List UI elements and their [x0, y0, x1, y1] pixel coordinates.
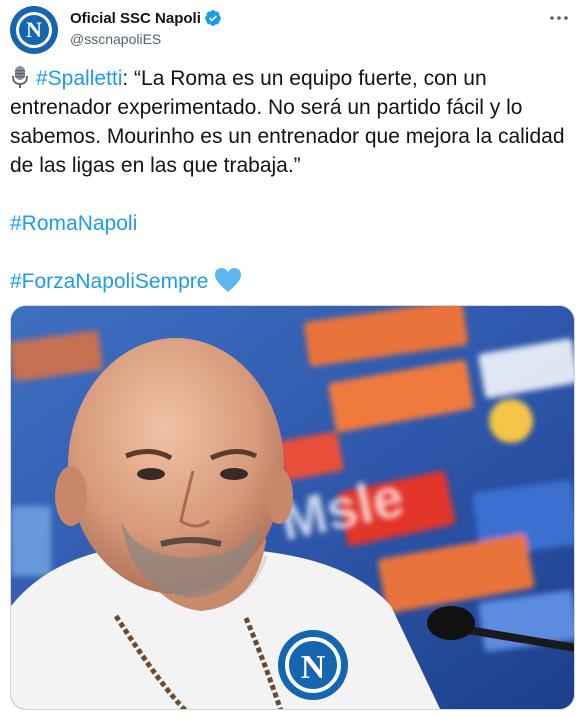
coach-head [68, 338, 284, 594]
blue-heart-icon [215, 268, 242, 292]
napoli-badge-icon: N [278, 630, 348, 700]
hashtag-forza-napoli-sempre[interactable]: #ForzaNapoliSempre [10, 270, 208, 293]
account-handle[interactable]: @sscnapoliES [70, 31, 222, 47]
avatar-letter: N [26, 17, 42, 42]
tweet-text: #Spalletti: “La Roma es un equipo fuerte… [10, 64, 573, 296]
napoli-logo-icon: N [16, 12, 52, 48]
verified-badge-icon [204, 10, 221, 26]
account-names: Oficial SSC Napoli @sscnapoliES [70, 8, 222, 47]
microphone-icon [12, 66, 28, 88]
tweet-quote-paragraph: #Spalletti: “La Roma es un equipo fuerte… [10, 64, 573, 180]
account-avatar[interactable]: N [10, 6, 58, 54]
hashtag-spalletti[interactable]: #Spalletti [36, 67, 122, 90]
svg-text:N: N [301, 649, 326, 686]
hashtag-roma-napoli[interactable]: #RomaNapoli [10, 212, 137, 235]
account-display-name[interactable]: Oficial SSC Napoli [70, 10, 201, 27]
more-options-icon[interactable] [547, 8, 571, 28]
tweet-photo[interactable]: Msle N [10, 305, 575, 710]
tweet-header: N Oficial SSC Napoli @sscnapoliES [10, 6, 573, 54]
